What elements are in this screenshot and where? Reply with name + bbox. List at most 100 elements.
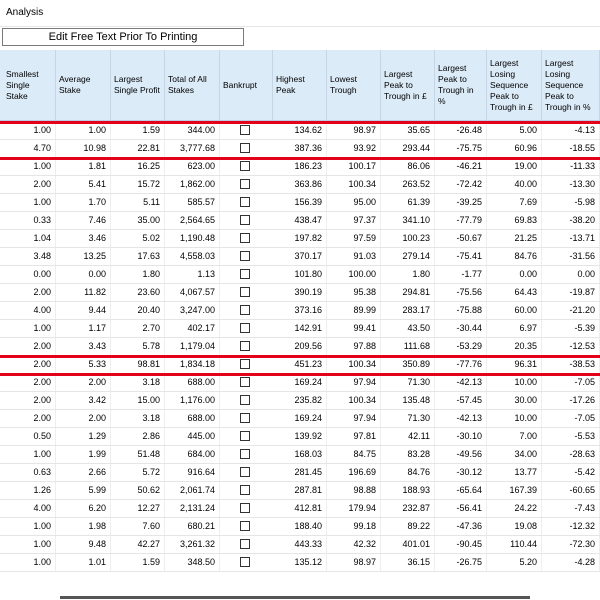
bankrupt-checkbox[interactable] <box>240 485 250 495</box>
table-cell: 1.70 <box>56 194 111 211</box>
table-cell: 1.00 <box>3 194 56 211</box>
table-cell: 98.81 <box>111 356 165 373</box>
table-row[interactable]: 1.00 1.01 1.59 348.50 135.12 98.97 36.15 -26.75… <box>0 554 600 572</box>
table-cell: 0.00 <box>3 266 56 283</box>
bankrupt-checkbox[interactable] <box>240 449 250 459</box>
table-row[interactable]: 1.00 1.98 7.60 680.21 188.40 99.18 89.22 -47.36… <box>0 518 600 536</box>
bankrupt-checkbox[interactable] <box>240 395 250 405</box>
table-row[interactable]: 4.70 10.98 22.81 3,777.68 387.36 93.92 293.44-… <box>0 140 600 158</box>
table-cell: 1.13 <box>165 266 220 283</box>
table-cell: 188.40 <box>273 518 327 535</box>
table-row[interactable]: 1.00 1.81 16.25 623.00 186.23 100.17 86.06 -46.… <box>0 158 600 176</box>
table-cell: 69.83 <box>487 212 542 229</box>
table-row[interactable]: 2.00 2.00 3.18 688.00 169.24 97.94 71.30 -42.13… <box>0 410 600 428</box>
bankrupt-checkbox[interactable] <box>240 251 250 261</box>
table-cell: 7.00 <box>487 428 542 445</box>
bankrupt-checkbox[interactable] <box>240 557 250 567</box>
table-row[interactable]: 2.00 3.43 5.78 1,179.04 209.56 97.88 111.68 -53… <box>0 338 600 356</box>
table-row[interactable]: 1.04 3.46 5.02 1,190.48 197.82 97.59 100.23 -50… <box>0 230 600 248</box>
table-cell: 36.15 <box>381 554 435 571</box>
table-row[interactable]: 1.26 5.99 50.62 2,061.74 287.81 98.88 188.93 -6… <box>0 482 600 500</box>
bankrupt-checkbox[interactable] <box>240 413 250 423</box>
bankrupt-checkbox[interactable] <box>240 431 250 441</box>
bankrupt-checkbox[interactable] <box>240 179 250 189</box>
bankrupt-checkbox[interactable] <box>240 143 250 153</box>
bankrupt-checkbox[interactable] <box>240 125 250 135</box>
table-cell: 97.88 <box>327 338 381 355</box>
bankrupt-checkbox[interactable] <box>240 233 250 243</box>
table-cell: 97.94 <box>327 410 381 427</box>
table-cell: 134.62 <box>273 122 327 139</box>
bankrupt-checkbox[interactable] <box>240 161 250 171</box>
highlight-line <box>0 355 600 358</box>
column-header[interactable]: Largest Peak to Trough in £ <box>381 50 435 120</box>
bankrupt-checkbox[interactable] <box>240 539 250 549</box>
table-cell: 30.00 <box>487 392 542 409</box>
table-row[interactable]: 2.00 11.82 23.60 4,067.57 390.19 95.38 294.81-… <box>0 284 600 302</box>
bankrupt-checkbox[interactable] <box>240 323 250 333</box>
table-row[interactable]: 2.00 3.42 15.00 1,176.00 235.82 100.34 135.48-… <box>0 392 600 410</box>
table-row[interactable]: 2.00 5.33 98.81 1,834.18 451.23 100.34 350.89-… <box>0 356 600 374</box>
column-header[interactable]: Largest Peak to Trough in % <box>435 50 487 120</box>
bankrupt-checkbox[interactable] <box>240 341 250 351</box>
table-row[interactable]: 0.00 0.00 1.80 1.13 101.80 100.00 1.80 -1.77 0.0… <box>0 266 600 284</box>
table-row[interactable]: 0.50 1.29 2.86 445.00 139.92 97.81 42.11 -30.10… <box>0 428 600 446</box>
table-cell: -77.76 <box>435 356 487 373</box>
bankrupt-checkbox[interactable] <box>240 287 250 297</box>
bankrupt-checkbox[interactable] <box>240 197 250 207</box>
table-row[interactable]: 1.00 1.99 51.48 684.00 168.03 84.75 83.28 -49.5… <box>0 446 600 464</box>
table-cell: 1.00 <box>56 122 111 139</box>
column-header[interactable]: Lowest Trough <box>327 50 381 120</box>
bankrupt-checkbox[interactable] <box>240 377 250 387</box>
table-cell: 1.00 <box>3 536 56 553</box>
column-header[interactable]: Average Stake <box>56 50 111 120</box>
bankrupt-checkbox[interactable] <box>240 521 250 531</box>
column-header[interactable]: Bankrupt <box>220 50 273 120</box>
table-cell: -21.20 <box>542 302 600 319</box>
table-row[interactable]: 4.00 9.44 20.40 3,247.00 373.16 89.99 283.17 -7… <box>0 302 600 320</box>
column-header[interactable]: Largest Losing Sequence Peak to Trough i… <box>487 50 542 120</box>
table-cell: -72.42 <box>435 176 487 193</box>
table-row[interactable]: 2.00 2.00 3.18 688.00 169.24 97.94 71.30 -42.13… <box>0 374 600 392</box>
table-cell: 1.17 <box>56 320 111 337</box>
table-row[interactable]: 2.00 5.41 15.72 1,862.00 363.86 100.34 263.52-… <box>0 176 600 194</box>
table-cell: -5.39 <box>542 320 600 337</box>
column-header[interactable]: Smallest Single Stake <box>3 50 56 120</box>
bankrupt-checkbox[interactable] <box>240 305 250 315</box>
bankrupt-checkbox[interactable] <box>240 269 250 279</box>
bankrupt-checkbox[interactable] <box>240 467 250 477</box>
table-row[interactable]: 1.00 1.17 2.70 402.17 142.91 99.41 43.50 -30.44… <box>0 320 600 338</box>
column-header[interactable]: Total of All Stakes <box>165 50 220 120</box>
horizontal-scrollbar[interactable] <box>60 596 530 599</box>
table-cell: 3,777.68 <box>165 140 220 157</box>
table-cell: 91.03 <box>327 248 381 265</box>
column-header[interactable]: Largest Single Profit <box>111 50 165 120</box>
table-cell: 99.41 <box>327 320 381 337</box>
bankrupt-checkbox[interactable] <box>240 503 250 513</box>
table-cell: 390.19 <box>273 284 327 301</box>
table-row[interactable]: 3.48 13.25 17.63 4,558.03 370.17 91.03 279.14-… <box>0 248 600 266</box>
column-header[interactable]: Highest Peak <box>273 50 327 120</box>
table-cell: 2.86 <box>111 428 165 445</box>
table-cell: 50.62 <box>111 482 165 499</box>
table-row[interactable]: 0.33 7.46 35.00 2,564.65 438.47 97.37 341.10 -7… <box>0 212 600 230</box>
table-cell: 22.81 <box>111 140 165 157</box>
column-header[interactable]: Largest Losing Sequence Peak to Trough i… <box>542 50 600 120</box>
table-row[interactable]: 1.00 1.00 1.59 344.00 134.62 98.97 35.65 -26.48… <box>0 122 600 140</box>
table-cell: 7.46 <box>56 212 111 229</box>
table-row[interactable]: 1.00 9.48 42.27 3,261.32 443.33 42.32 401.01 -9… <box>0 536 600 554</box>
table-cell: 84.76 <box>381 464 435 481</box>
edit-free-text-button[interactable]: Edit Free Text Prior To Printing <box>2 28 244 46</box>
table-cell: 3.43 <box>56 338 111 355</box>
table-cell: 71.30 <box>381 374 435 391</box>
table-cell: 168.03 <box>273 446 327 463</box>
table-cell: 1.26 <box>3 482 56 499</box>
table-row[interactable]: 0.63 2.66 5.72 916.64 281.45 196.69 84.76 -30.1… <box>0 464 600 482</box>
bankrupt-checkbox[interactable] <box>240 215 250 225</box>
table-row[interactable]: 4.00 6.20 12.27 2,131.24 412.81 179.94 232.87-… <box>0 500 600 518</box>
table-cell: -42.13 <box>435 410 487 427</box>
table-cell: 24.22 <box>487 500 542 517</box>
highlight-line <box>0 121 600 124</box>
table-row[interactable]: 1.00 1.70 5.11 585.57 156.39 95.00 61.39 -39.25… <box>0 194 600 212</box>
bankrupt-checkbox[interactable] <box>240 359 250 369</box>
